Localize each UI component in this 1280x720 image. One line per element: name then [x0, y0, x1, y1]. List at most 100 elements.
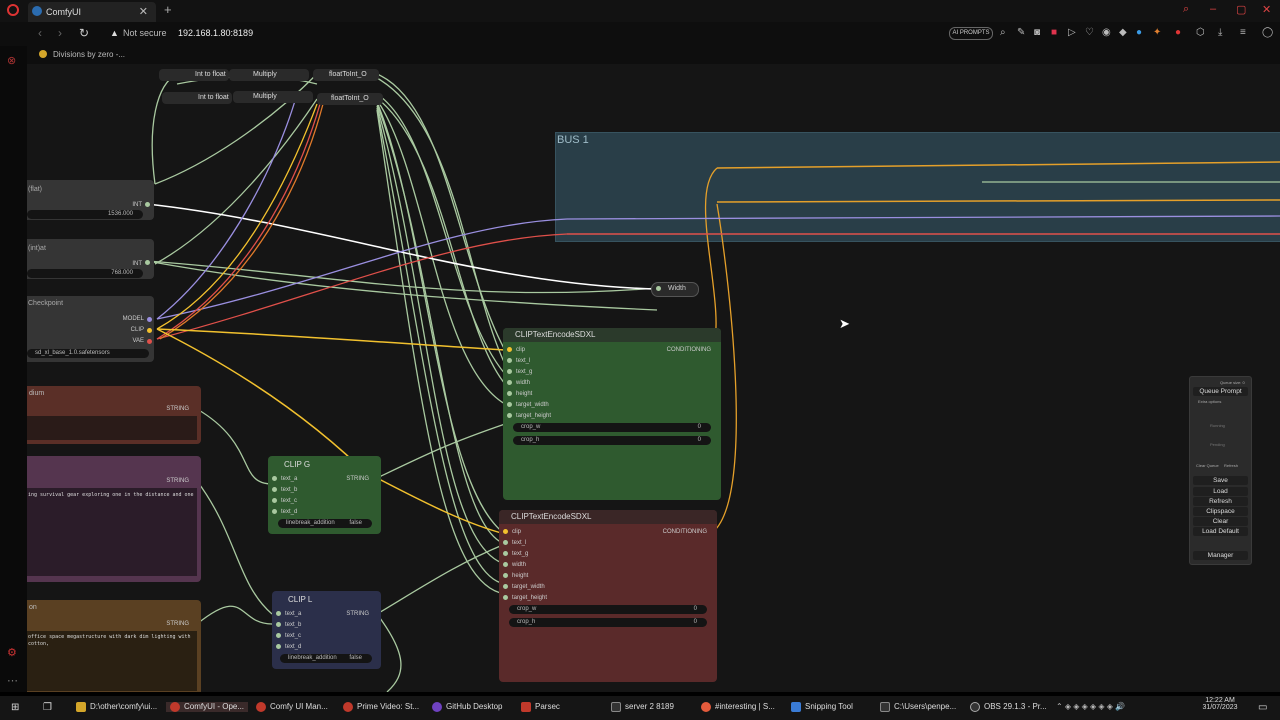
taskbar-item-terminal[interactable]: C:\Users\penpe...: [880, 702, 956, 712]
extension-red-icon[interactable]: ■: [1051, 27, 1057, 38]
output-dot[interactable]: [145, 260, 150, 265]
output-dot[interactable]: [147, 339, 152, 344]
puzzle-icon[interactable]: ⬡: [1196, 27, 1205, 38]
download-icon[interactable]: ⤓: [1218, 27, 1222, 38]
browser-tab-comfyui[interactable]: ComfyUI ✕: [28, 2, 156, 22]
forward-icon[interactable]: ›: [58, 26, 62, 40]
clip-l-node[interactable]: CLIP L STRING text_a text_b text_c text_…: [272, 591, 381, 669]
clock[interactable]: 12:22 AM 31/07/2023: [1200, 697, 1240, 711]
extension-blue-icon[interactable]: ●: [1136, 27, 1142, 38]
edit-icon[interactable]: ✎: [1017, 27, 1025, 38]
text-area[interactable]: [27, 416, 197, 440]
notifications-icon[interactable]: ▭: [1258, 702, 1267, 713]
output-dot[interactable]: [147, 317, 152, 322]
taskbar-item-prime-video[interactable]: Prime Video: St...: [343, 702, 419, 712]
taskbar-item-github-desktop[interactable]: GitHub Desktop: [432, 702, 502, 712]
warning-icon[interactable]: ▲: [110, 28, 119, 38]
close-tab-icon[interactable]: ✕: [139, 5, 148, 18]
extension-orange-icon[interactable]: ✦: [1153, 27, 1161, 38]
clip-g-node[interactable]: CLIP G STRING text_a text_b text_c text_…: [268, 456, 381, 534]
taskbar-item-server[interactable]: server 2 8189: [611, 702, 674, 712]
text-area[interactable]: ing survival gear exploring one in the d…: [27, 488, 197, 576]
node-title: Checkpoint: [28, 300, 64, 307]
int-to-float-node-1[interactable]: Int to float: [159, 69, 229, 81]
maximize-icon[interactable]: ▢: [1236, 3, 1246, 16]
string-node-3[interactable]: on STRING office space megastructure wit…: [27, 600, 201, 692]
taskbar-item-parsec[interactable]: Parsec: [521, 702, 560, 712]
back-icon[interactable]: ‹: [38, 26, 42, 40]
sidebar-more-icon[interactable]: ⋯: [7, 674, 18, 687]
search-icon[interactable]: ⌕: [1000, 27, 1006, 38]
send-icon[interactable]: ▷: [1068, 27, 1076, 38]
output-dot[interactable]: [145, 202, 150, 207]
url-field[interactable]: 192.168.1.80:8189: [178, 28, 253, 38]
sidebar-messenger-icon[interactable]: ⊗: [7, 54, 16, 67]
refresh-button[interactable]: Refresh: [1193, 497, 1248, 506]
node-title: Int to float: [195, 71, 226, 78]
taskbar-item-snipping-tool[interactable]: Snipping Tool: [791, 702, 853, 712]
start-icon[interactable]: ⊞: [11, 702, 19, 713]
camera-icon[interactable]: ◙: [1034, 27, 1040, 38]
save-button[interactable]: Save: [1193, 476, 1248, 485]
clipspace-button[interactable]: Clipspace: [1193, 507, 1248, 516]
task-view-icon[interactable]: ❐: [43, 702, 52, 713]
int-to-float-node-2[interactable]: Int to float: [162, 92, 232, 104]
load-button[interactable]: Load: [1193, 487, 1248, 496]
string-node-1[interactable]: dium STRING: [27, 386, 201, 444]
crop-h-widget[interactable]: crop_h 0: [513, 436, 711, 445]
profile-icon[interactable]: ◯: [1262, 27, 1273, 38]
ai-prompts-badge[interactable]: AI PROMPTS: [949, 27, 993, 40]
crop-w-widget[interactable]: crop_w 0: [513, 423, 711, 432]
taskbar-item-comfy-manager[interactable]: Comfy UI Man...: [256, 702, 328, 712]
window-close-icon[interactable]: ✕: [1262, 3, 1271, 16]
primitive-height-node[interactable]: (int)at INT 768.000: [27, 239, 154, 279]
taskbar-item-slack[interactable]: #interesting | S...: [701, 702, 775, 712]
reload-icon[interactable]: ↻: [79, 26, 89, 40]
user-icon[interactable]: ◉: [1102, 27, 1111, 38]
node-canvas[interactable]: BUS 1 Int to float Int to float Multiply…: [27, 64, 1280, 692]
extra-options-checkbox[interactable]: Extra options: [1198, 399, 1221, 404]
extension-icon[interactable]: ◆: [1119, 27, 1127, 38]
sidebar-settings-icon[interactable]: ⚙: [7, 646, 17, 659]
manager-button[interactable]: Manager: [1193, 551, 1248, 560]
width-reroute-node[interactable]: Width: [651, 282, 699, 297]
input-dot[interactable]: [656, 286, 661, 291]
value-widget[interactable]: 768.000: [27, 269, 143, 278]
crop-w-widget[interactable]: crop_w 0: [509, 605, 707, 614]
primitive-width-node[interactable]: (flat) INT 1536.000: [27, 180, 154, 220]
checkpoint-loader-node[interactable]: Checkpoint MODEL CLIP VAE sd_xl_base_1.0…: [27, 296, 154, 362]
queue-prompt-button[interactable]: Queue Prompt: [1193, 387, 1248, 396]
clip-text-encode-sdxl-positive[interactable]: CLIPTextEncodeSDXL CONDITIONING clip tex…: [503, 328, 721, 500]
minimize-icon[interactable]: –: [1210, 3, 1216, 15]
multiply-node-1[interactable]: Multiply: [229, 69, 309, 81]
value-widget[interactable]: 1536.000: [27, 210, 143, 219]
refresh-queue-button[interactable]: Refresh: [1224, 463, 1238, 468]
system-tray-icons[interactable]: ⌃ ◈ ◈ ◈ ◈ ◈ ◈ 🔊: [1056, 702, 1125, 711]
output-dot[interactable]: [147, 328, 152, 333]
clear-button[interactable]: Clear: [1193, 517, 1248, 526]
clip-text-encode-sdxl-negative[interactable]: CLIPTextEncodeSDXL CONDITIONING clip tex…: [499, 510, 717, 682]
float-to-int-node-1[interactable]: floatToInt_O: [313, 69, 379, 81]
not-secure-label[interactable]: Not secure: [123, 28, 167, 38]
taskbar-item-explorer[interactable]: D:\other\comfy\ui...: [76, 702, 157, 712]
opera-logo-icon[interactable]: [7, 4, 19, 16]
load-default-button[interactable]: Load Default: [1193, 527, 1248, 536]
linebreak-toggle[interactable]: linebreak_addition false: [280, 654, 372, 663]
string-node-2[interactable]: STRING ing survival gear exploring one i…: [27, 456, 201, 582]
taskbar-item-comfyui[interactable]: ComfyUI - Ope...: [166, 702, 249, 712]
menu-icon[interactable]: ≡: [1240, 27, 1246, 38]
ckpt-name-widget[interactable]: sd_xl_base_1.0.safetensors: [27, 349, 149, 358]
bookmark-item[interactable]: Divisions by zero -...: [53, 50, 125, 59]
multiply-node-2[interactable]: Multiply: [233, 91, 313, 103]
clear-queue-button[interactable]: Clear Queue: [1196, 463, 1219, 468]
heart-icon[interactable]: ♡: [1085, 27, 1094, 38]
linebreak-toggle[interactable]: linebreak_addition false: [278, 519, 372, 528]
new-tab-icon[interactable]: +: [164, 2, 172, 17]
extension-record-icon[interactable]: ●: [1175, 27, 1181, 38]
taskbar-item-obs[interactable]: OBS 29.1.3 - Pr...: [970, 702, 1047, 712]
float-to-int-node-2[interactable]: floatToInt_O: [317, 93, 383, 105]
search-tabs-icon[interactable]: ⌕: [1183, 3, 1189, 16]
crop-h-widget[interactable]: crop_h 0: [509, 618, 707, 627]
output-label: STRING: [166, 406, 189, 412]
text-area[interactable]: office space megastructure with dark dim…: [27, 631, 197, 691]
